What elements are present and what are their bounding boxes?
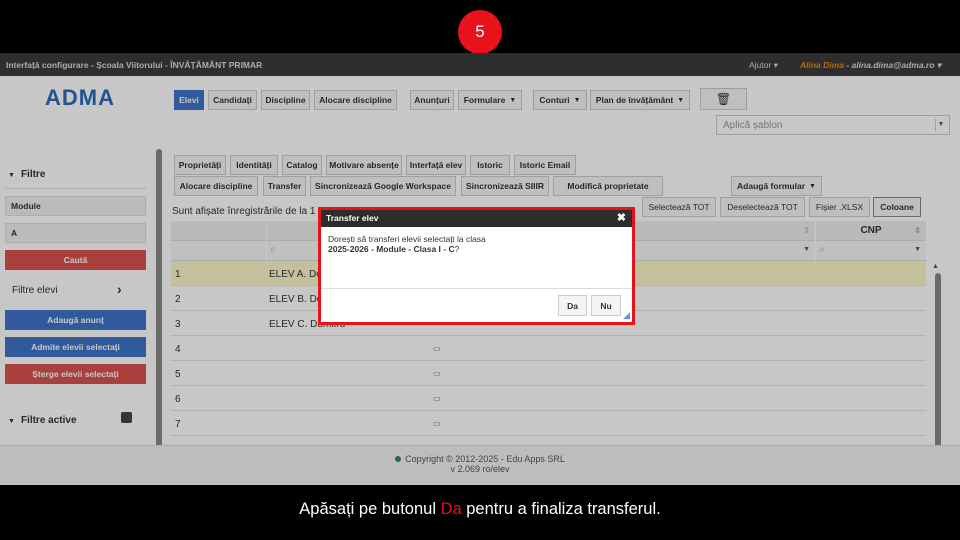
dialog-class-name: 2025-2026 - Module - Clasa I - C (328, 244, 455, 254)
dialog-message: Dorești să transferi elevii selectați la… (328, 234, 486, 254)
caption-highlight: Da (440, 500, 462, 518)
instruction-caption: Apăsați pe butonul Da pentru a finaliza … (0, 500, 960, 519)
no-label: Nu (600, 300, 612, 311)
dialog-divider (321, 288, 632, 289)
resize-handle-icon[interactable]: ◢ (623, 310, 630, 321)
transfer-dialog: Transfer elev ✖ Dorești să transferi elev… (318, 207, 635, 325)
yes-button[interactable]: Da (558, 295, 587, 316)
no-button[interactable]: Nu (591, 295, 621, 316)
dialog-header: Transfer elev ✖ (321, 210, 632, 227)
step-badge: 5 (458, 10, 502, 54)
yes-label: Da (567, 300, 578, 311)
close-icon[interactable]: ✖ (617, 211, 626, 224)
dialog-title: Transfer elev (326, 213, 379, 223)
dialog-message-text: Dorești să transferi elevii selectați la… (328, 234, 486, 244)
caption-after: pentru a finaliza transferul. (461, 500, 661, 518)
caption-before: Apăsați pe butonul (299, 500, 441, 518)
dialog-qmark: ? (454, 244, 460, 254)
